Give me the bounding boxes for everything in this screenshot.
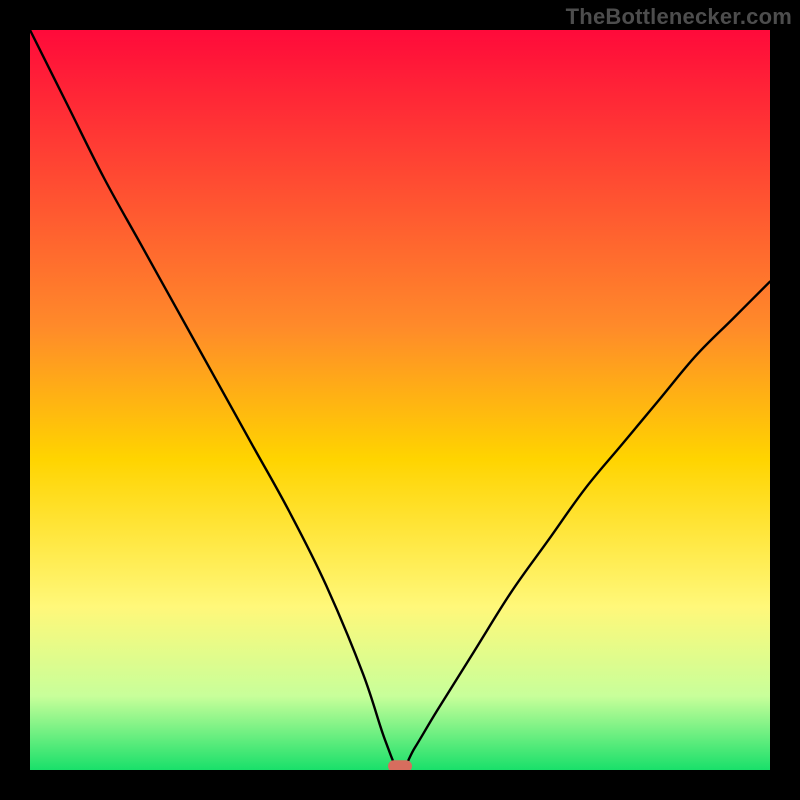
chart-frame: TheBottlenecker.com — [0, 0, 800, 800]
chart-svg — [30, 30, 770, 770]
watermark-text: TheBottlenecker.com — [566, 4, 792, 30]
minimum-marker — [388, 760, 412, 770]
plot-area — [30, 30, 770, 770]
